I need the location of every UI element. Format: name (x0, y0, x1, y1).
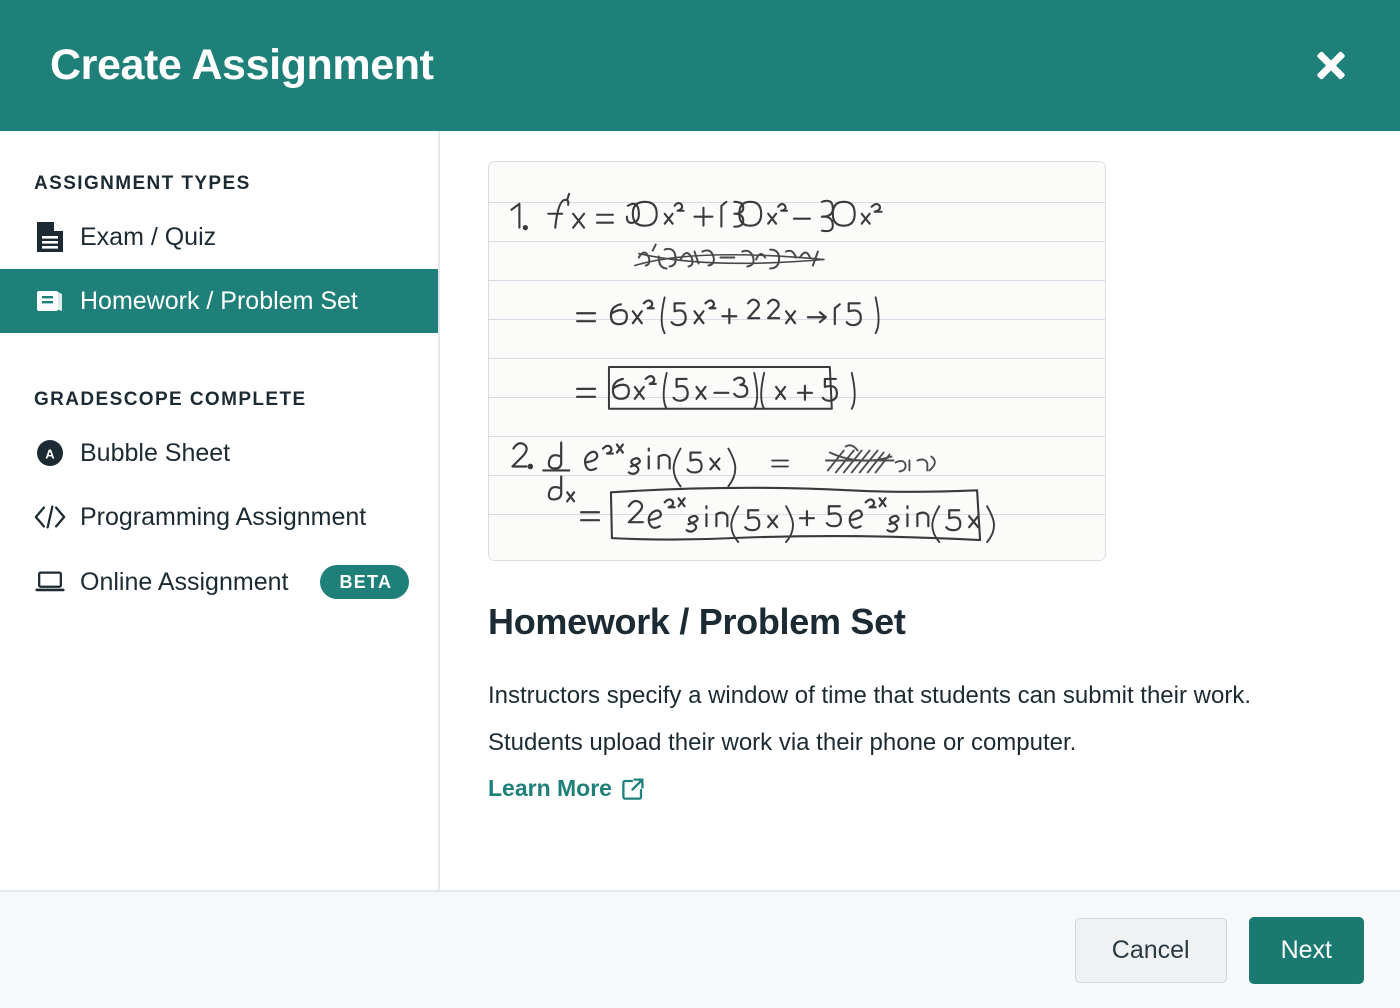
assignment-preview-image (488, 161, 1106, 561)
sidebar-section-heading-assignment-types: ASSIGNMENT TYPES (34, 173, 251, 194)
main-content: Homework / Problem Set Instructors speci… (440, 131, 1400, 890)
external-link-icon (621, 775, 645, 801)
laptop-icon (34, 566, 66, 598)
sidebar-item-bubble-sheet[interactable]: A Bubble Sheet (0, 421, 438, 485)
content-description: Instructors specify a window of time tha… (488, 682, 1251, 756)
sidebar-item-label: Homework / Problem Set (80, 287, 358, 315)
sidebar: ASSIGNMENT TYPES Exam / Quiz Homework / … (0, 131, 440, 890)
sidebar-item-label: Online Assignment (80, 568, 289, 596)
modal-body: ASSIGNMENT TYPES Exam / Quiz Homework / … (0, 131, 1400, 890)
sidebar-item-label: Bubble Sheet (80, 439, 231, 467)
document-icon (34, 221, 66, 253)
svg-text:A: A (45, 447, 55, 462)
learn-more-link[interactable]: Learn More (488, 775, 645, 802)
status-badge: BETA (320, 565, 410, 599)
sidebar-item-label: Programming Assignment (80, 503, 367, 531)
sidebar-item-exam-quiz[interactable]: Exam / Quiz (0, 205, 438, 269)
handwriting-overlay (510, 192, 995, 544)
content-title: Homework / Problem Set (488, 601, 906, 642)
learn-more-label: Learn More (488, 774, 612, 801)
next-button[interactable]: Next (1248, 916, 1364, 984)
cancel-button[interactable]: Cancel (1074, 917, 1227, 983)
create-assignment-modal: Create Assignment ASSIGNMENT TYPES Exam … (0, 0, 1400, 1008)
sidebar-item-online-assignment[interactable]: Online Assignment BETA (0, 549, 438, 615)
page-title: Create Assignment (50, 41, 434, 89)
sidebar-section-heading-gradescope-complete: GRADESCOPE COMPLETE (34, 389, 307, 410)
close-icon[interactable] (1304, 39, 1358, 93)
sidebar-item-label: Exam / Quiz (80, 223, 217, 251)
sidebar-item-homework-problem-set[interactable]: Homework / Problem Set (0, 269, 438, 333)
bubble-sheet-icon: A (34, 437, 66, 469)
modal-footer: Cancel Next (0, 890, 1400, 1008)
book-icon (34, 285, 66, 317)
sidebar-item-programming-assignment[interactable]: Programming Assignment (0, 485, 438, 549)
code-icon (34, 501, 66, 533)
modal-header: Create Assignment (0, 0, 1400, 131)
